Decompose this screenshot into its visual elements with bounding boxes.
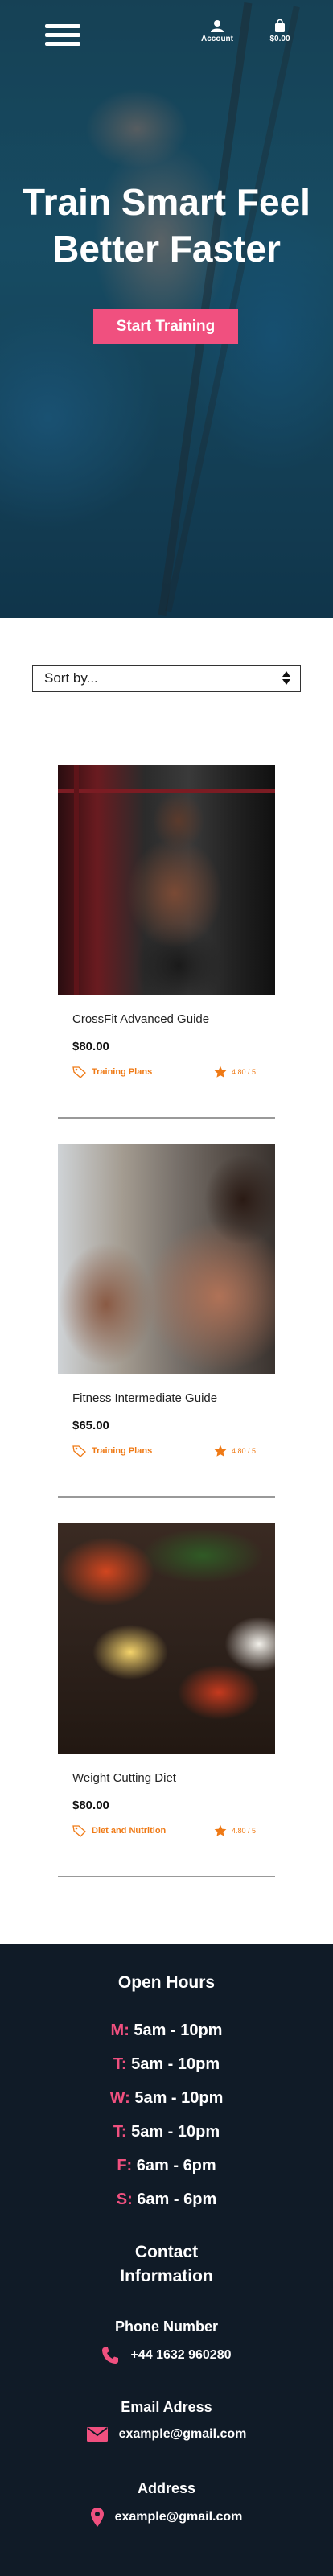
hours-time: 5am - 10pm: [130, 2089, 224, 2107]
location-pin-icon: [90, 2508, 104, 2527]
phone-icon: [102, 2347, 119, 2364]
account-icon: [211, 20, 224, 32]
sort-selected-value: Sort by...: [44, 670, 98, 686]
top-navigation-bar: Account $0.00: [0, 0, 333, 72]
hours-day: S:: [116, 2191, 133, 2208]
mail-icon: [86, 2427, 108, 2442]
account-label: Account: [201, 35, 233, 43]
divider: [58, 1117, 275, 1119]
footer: Open Hours M: 5am - 10pm T: 5am - 10pm W…: [0, 1944, 333, 2576]
cart-bag-icon: [275, 19, 285, 32]
phone-link[interactable]: +44 1632 960280: [0, 2347, 333, 2364]
cart-total: $0.00: [269, 35, 290, 43]
product-rating-value: 4.80 / 5: [232, 1827, 257, 1835]
hours-day: M:: [110, 2022, 130, 2039]
product-rating: 4.80 / 5: [214, 1065, 256, 1078]
tag-icon: [72, 1825, 86, 1837]
hours-day: F:: [117, 2157, 133, 2174]
tag-icon: [72, 1066, 86, 1078]
product-category[interactable]: Training Plans: [72, 1445, 152, 1457]
hero-title-line1: Train Smart Feel: [23, 181, 310, 223]
hours-time: 5am - 10pm: [126, 2055, 220, 2073]
product-image[interactable]: [58, 765, 275, 995]
start-training-button[interactable]: Start Training: [93, 309, 238, 344]
product-rating-value: 4.80 / 5: [232, 1447, 257, 1455]
cart-link[interactable]: $0.00: [262, 19, 298, 43]
star-icon: [214, 1445, 227, 1457]
hours-row: T: 5am - 10pm: [0, 2123, 333, 2141]
product-rating-value: 4.80 / 5: [232, 1068, 257, 1076]
address-title: Address: [137, 2480, 196, 2496]
hours-row: F: 6am - 6pm: [0, 2157, 333, 2175]
product-image[interactable]: [58, 1144, 275, 1374]
product-category[interactable]: Training Plans: [72, 1065, 152, 1078]
product-rating: 4.80 / 5: [214, 1445, 256, 1457]
hero-title: Train Smart Feel Better Faster: [0, 179, 333, 272]
hours-row: M: 5am - 10pm: [0, 2022, 333, 2040]
hours-day: T:: [113, 2123, 127, 2141]
sort-select[interactable]: Sort by...: [32, 665, 301, 692]
address-value: example@gmail.com: [114, 2510, 243, 2524]
divider: [58, 1496, 275, 1498]
hours-time: 6am - 6pm: [132, 2191, 217, 2208]
menu-icon[interactable]: [45, 24, 80, 47]
product-category-label: Training Plans: [92, 1446, 153, 1456]
account-link[interactable]: Account: [199, 19, 235, 43]
product-name[interactable]: CrossFit Advanced Guide: [72, 1012, 209, 1026]
hours-time: 5am - 10pm: [129, 2022, 223, 2039]
product-card: Weight Cutting Diet $80.00 Diet and Nutr…: [58, 1523, 275, 1877]
product-name[interactable]: Weight Cutting Diet: [72, 1771, 176, 1785]
product-name[interactable]: Fitness Intermediate Guide: [72, 1391, 217, 1405]
email-address: example@gmail.com: [118, 2427, 247, 2441]
product-card: CrossFit Advanced Guide $80.00 Training …: [58, 765, 275, 1119]
star-icon: [214, 1824, 227, 1836]
hours-row: T: 5am - 10pm: [0, 2055, 333, 2074]
hours-time: 6am - 6pm: [132, 2157, 216, 2174]
hours-row: S: 6am - 6pm: [0, 2191, 333, 2209]
product-price: $80.00: [72, 1040, 109, 1053]
star-icon: [214, 1065, 227, 1078]
phone-number: +44 1632 960280: [130, 2348, 232, 2362]
tag-icon: [72, 1445, 86, 1457]
hero-banner: Account $0.00 Train Smart Feel Better Fa…: [0, 0, 333, 618]
product-image[interactable]: [58, 1523, 275, 1754]
contact-title-line1: Contact: [134, 2243, 199, 2261]
product-price: $65.00: [72, 1419, 109, 1432]
open-hours-title: Open Hours: [117, 1973, 216, 1992]
product-price: $80.00: [72, 1799, 109, 1812]
contact-title-line2: Information: [120, 2267, 213, 2285]
product-category[interactable]: Diet and Nutrition: [72, 1824, 166, 1837]
address-link[interactable]: example@gmail.com: [0, 2508, 333, 2527]
phone-title: Phone Number: [114, 2318, 218, 2335]
hours-day: T:: [113, 2055, 127, 2073]
divider: [58, 1876, 275, 1877]
product-category-label: Training Plans: [92, 1067, 153, 1077]
hours-day: W:: [109, 2089, 130, 2107]
hero-title-line2: Better Faster: [52, 228, 281, 270]
product-card: Fitness Intermediate Guide $65.00 Traini…: [58, 1144, 275, 1498]
product-rating: 4.80 / 5: [214, 1824, 256, 1837]
contact-info-title: Contact Information: [0, 2240, 333, 2289]
hours-time: 5am - 10pm: [126, 2123, 220, 2141]
email-title: Email Adress: [121, 2399, 212, 2415]
email-link[interactable]: example@gmail.com: [0, 2427, 333, 2442]
product-category-label: Diet and Nutrition: [92, 1826, 166, 1836]
hours-row: W: 5am - 10pm: [0, 2089, 333, 2108]
select-arrows-icon: [282, 671, 290, 686]
